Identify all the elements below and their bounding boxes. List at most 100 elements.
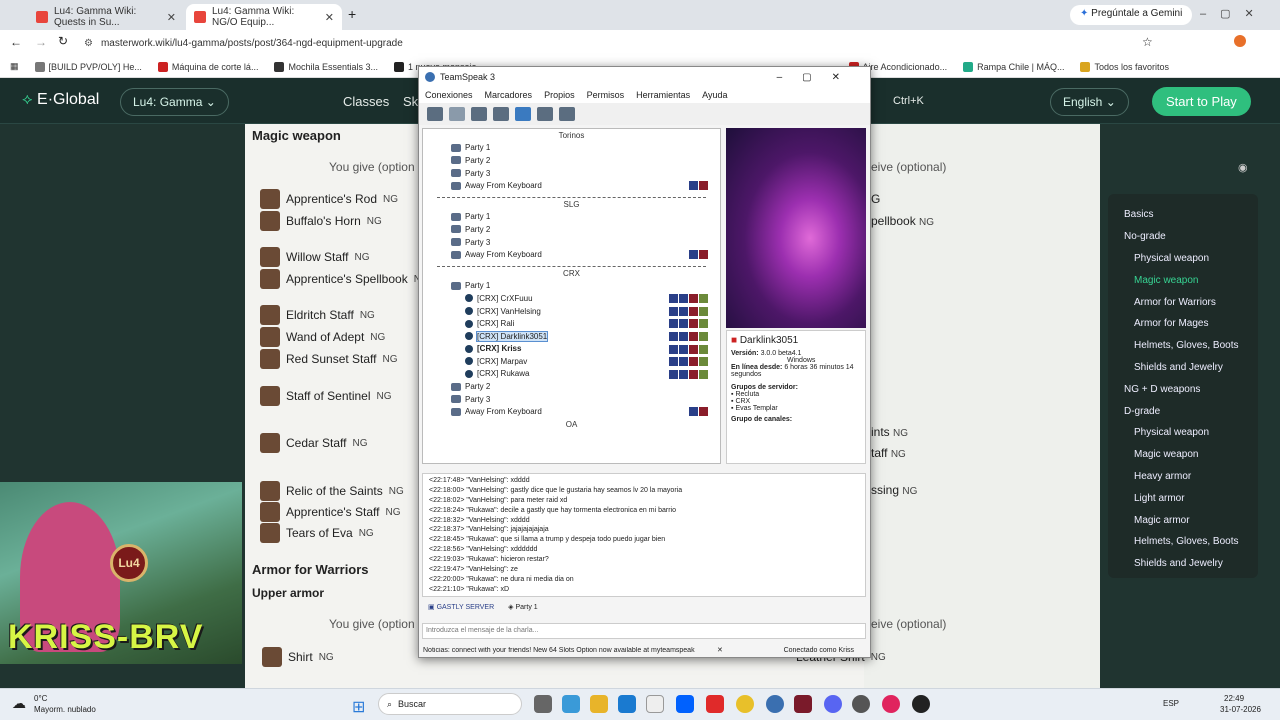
- nav-classes[interactable]: Classes: [343, 94, 389, 109]
- dropbox-icon[interactable]: [676, 695, 694, 713]
- close-icon[interactable]: ✕: [717, 646, 723, 654]
- ts-window-controls[interactable]: –▢✕: [777, 72, 860, 83]
- client-row[interactable]: [CRX] Rali: [423, 317, 720, 330]
- toc-item[interactable]: Basics: [1108, 204, 1258, 226]
- menu-item[interactable]: Marcadores: [485, 90, 533, 100]
- start-to-play-button[interactable]: Start to Play: [1152, 87, 1251, 116]
- item-row[interactable]: Tears of Eva NG: [260, 523, 430, 543]
- toc-item[interactable]: Armor for Warriors: [1108, 291, 1258, 313]
- channel-spacer[interactable]: CRX: [423, 267, 720, 280]
- toc-item[interactable]: Helmets, Gloves, Boots: [1108, 335, 1258, 357]
- channel-row[interactable]: Away From Keyboard: [423, 405, 720, 418]
- connect-icon[interactable]: [427, 107, 443, 121]
- channel-row[interactable]: Party 3: [423, 236, 720, 249]
- app-icon[interactable]: [882, 695, 900, 713]
- new-tab-icon[interactable]: +: [348, 6, 356, 22]
- channel-row[interactable]: Party 1: [423, 211, 720, 224]
- item-row[interactable]: Apprentice's Rod NG: [260, 189, 430, 209]
- toc-item[interactable]: No-grade: [1108, 226, 1258, 248]
- receive-item[interactable]: ssing NG: [871, 483, 917, 497]
- clock-time[interactable]: 22:49: [1224, 694, 1244, 703]
- teamspeak-taskbar-icon[interactable]: [766, 695, 784, 713]
- reload-icon[interactable]: ↻: [58, 34, 68, 48]
- close-icon[interactable]: ✕: [167, 11, 176, 24]
- client-row[interactable]: [CRX] CrXFuuu: [423, 292, 720, 305]
- chat-input[interactable]: Introduzca el mensaje de la charla...: [422, 623, 866, 639]
- browser-tab-1[interactable]: Lu4: Gamma Wiki: Quests in Su... ✕: [28, 4, 184, 30]
- toc-item[interactable]: D-grade: [1108, 400, 1258, 422]
- toc-item[interactable]: Physical weapon: [1108, 422, 1258, 444]
- edge-icon[interactable]: [618, 695, 636, 713]
- site-logo[interactable]: ⟡ E·Global: [22, 91, 99, 109]
- menu-item[interactable]: Herramientas: [636, 90, 690, 100]
- menu-item[interactable]: Ayuda: [702, 90, 727, 100]
- language-select[interactable]: English ⌄: [1050, 88, 1129, 116]
- receive-item[interactable]: ints NG: [871, 425, 908, 439]
- item-row[interactable]: Relic of the Saints NG: [260, 481, 430, 501]
- item-row[interactable]: Wand of Adept NG: [260, 327, 430, 347]
- client-row[interactable]: [CRX] Darklink3051: [423, 330, 720, 343]
- contacts-icon[interactable]: [537, 107, 553, 121]
- bookmark-item[interactable]: Máquina de corte lá...: [157, 61, 258, 72]
- chat-tab-channel[interactable]: ◈ Party 1: [508, 603, 538, 611]
- menu-item[interactable]: Propios: [544, 90, 575, 100]
- item-row[interactable]: Red Sunset Staff NG: [260, 349, 430, 369]
- bookmark-item[interactable]: Rampa Chile | MÁQ...: [963, 61, 1064, 72]
- channel-row[interactable]: Party 1: [423, 280, 720, 293]
- item-row[interactable]: Shirt NG: [262, 647, 334, 667]
- item-row[interactable]: Apprentice's SpellbookNG: [260, 269, 430, 289]
- server-select[interactable]: Lu4: Gamma ⌄: [120, 88, 229, 116]
- client-row[interactable]: [CRX] VanHelsing: [423, 305, 720, 318]
- receive-item[interactable]: G: [871, 192, 880, 206]
- discord-icon[interactable]: [824, 695, 842, 713]
- language-indicator[interactable]: ESP: [1163, 699, 1179, 708]
- star-icon[interactable]: ☆: [1142, 35, 1153, 49]
- bookmark-item[interactable]: [BUILD PVP/OLY] He...: [34, 61, 142, 72]
- toc-item[interactable]: Magic weapon: [1108, 444, 1258, 466]
- site-info-icon[interactable]: ⚙: [84, 38, 93, 49]
- chat-tab-server[interactable]: ▣ GASTLY SERVER: [428, 603, 494, 611]
- toc-item[interactable]: Physical weapon: [1108, 248, 1258, 270]
- toc-item[interactable]: Heavy armor: [1108, 466, 1258, 488]
- toc-item[interactable]: Light armor: [1108, 487, 1258, 509]
- item-row[interactable]: Cedar Staff NG: [260, 433, 430, 453]
- store-icon[interactable]: [646, 695, 664, 713]
- toc-item[interactable]: Magic armor: [1108, 509, 1258, 531]
- search-shortcut[interactable]: Ctrl+K: [893, 95, 924, 107]
- toc-item[interactable]: NG + D weapons: [1108, 378, 1258, 400]
- channel-row[interactable]: Party 3: [423, 167, 720, 180]
- item-row[interactable]: Staff of Sentinel NG: [260, 386, 430, 406]
- hide-eye-icon[interactable]: ◉: [1238, 161, 1248, 174]
- file-explorer-icon[interactable]: [590, 695, 608, 713]
- forward-icon[interactable]: →: [35, 35, 47, 49]
- channel-row[interactable]: Party 1: [423, 142, 720, 155]
- channel-row[interactable]: Party 2: [423, 223, 720, 236]
- channel-row[interactable]: Party 2: [423, 154, 720, 167]
- taskbar-search[interactable]: ⌕ Buscar: [378, 693, 522, 715]
- mute-speaker-icon[interactable]: [493, 107, 509, 121]
- item-row[interactable]: Apprentice's Staff NG: [260, 502, 430, 522]
- clock-date[interactable]: 31-07-2026: [1220, 705, 1261, 714]
- taskview-icon[interactable]: [534, 695, 552, 713]
- windows-start-icon[interactable]: ⊞: [352, 697, 365, 717]
- client-row[interactable]: [CRX] Rukawa: [423, 368, 720, 381]
- toc-item[interactable]: Shields and Jewelry: [1108, 553, 1258, 575]
- channel-spacer[interactable]: SLG: [423, 198, 720, 211]
- menu-item[interactable]: Conexiones: [425, 90, 473, 100]
- chrome-icon[interactable]: [736, 695, 754, 713]
- app-icon[interactable]: [852, 695, 870, 713]
- browser-tab-2[interactable]: Lu4: Gamma Wiki: NG/O Equip... ✕: [186, 4, 342, 30]
- toc-item[interactable]: Helmets, Gloves, Boots: [1108, 531, 1258, 553]
- item-row[interactable]: Eldritch Staff NG: [260, 305, 430, 325]
- channel-row[interactable]: Party 2: [423, 380, 720, 393]
- url-field[interactable]: ⚙ masterwork.wiki/lu4-gamma/posts/post/3…: [84, 33, 1124, 53]
- disconnect-icon[interactable]: [449, 107, 465, 121]
- receive-item[interactable]: taff NG: [871, 446, 906, 460]
- away-icon[interactable]: [515, 107, 531, 121]
- window-controls[interactable]: –▢✕: [1200, 7, 1268, 20]
- unreal-icon[interactable]: [912, 695, 930, 713]
- app-icon[interactable]: [706, 695, 724, 713]
- subscribe-icon[interactable]: [559, 107, 575, 121]
- back-icon[interactable]: ←: [10, 35, 22, 49]
- channel-row[interactable]: Away From Keyboard: [423, 179, 720, 192]
